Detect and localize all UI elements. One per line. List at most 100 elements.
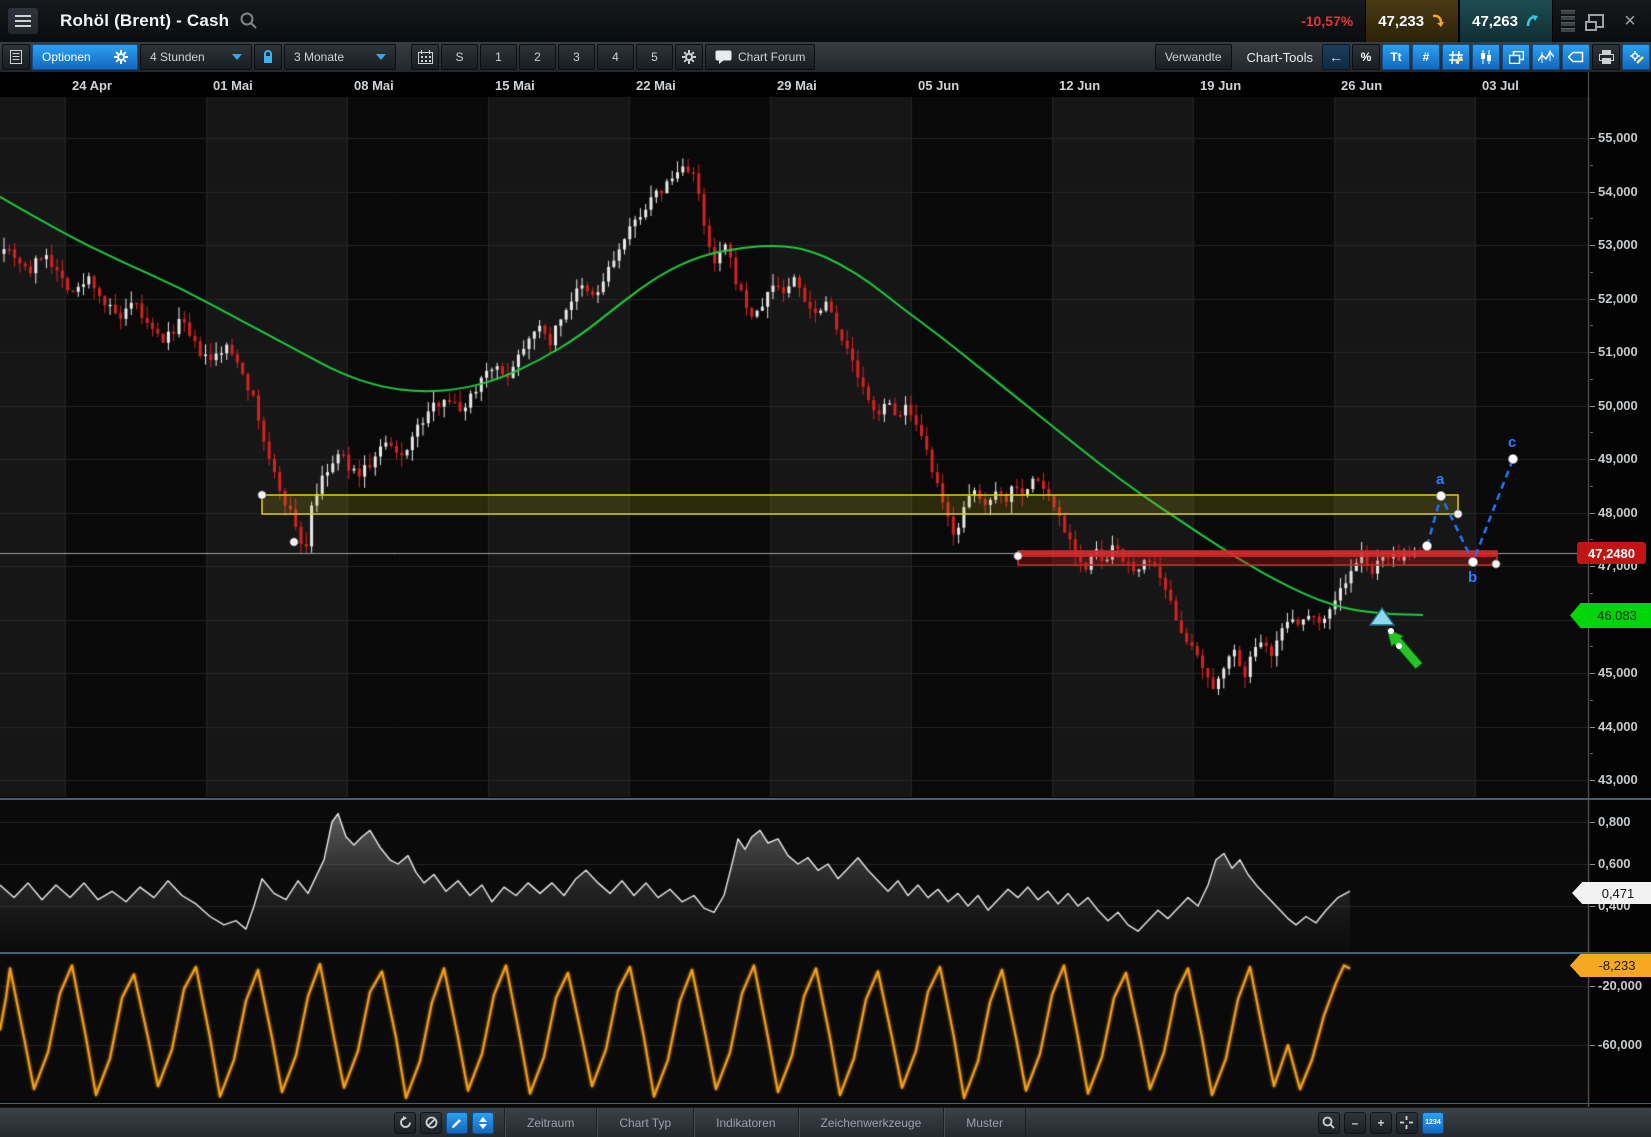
date-axis-label: 29 Mai [777,78,817,93]
search-icon[interactable] [239,11,259,31]
bottom-button-indikatoren[interactable]: Indikatoren [694,1108,798,1137]
arrow-handle[interactable] [1396,643,1402,649]
bottom-button-muster[interactable]: Muster [944,1108,1026,1137]
numbers-display-button[interactable]: 1234 [1422,1112,1444,1134]
options-button[interactable]: Optionen [32,44,138,70]
abc-label[interactable]: c [1508,434,1516,451]
drawing-handle[interactable] [290,538,298,546]
price-axis-label: 51,000 [1598,344,1638,359]
date-axis-label: 19 Jun [1200,78,1241,93]
text-tool-button[interactable]: Tt [1382,44,1410,70]
drawing-handle[interactable] [1454,510,1462,518]
buy-price: 47,263 [1472,13,1518,30]
chart-toolbar: Optionen 4 Stunden 3 Monate S12345 Chart… [0,42,1651,73]
layers-tool-button[interactable] [1502,44,1530,70]
arrow-handle[interactable] [1388,628,1394,634]
indicator1-axis-label: 0,800 [1598,814,1631,829]
drawing-handle[interactable] [1014,552,1022,560]
restore-window-icon[interactable] [1583,8,1609,34]
panel-divider[interactable] [0,952,1651,954]
abc-point-handle[interactable] [1469,558,1478,567]
pattern-tool-button[interactable] [1532,44,1560,70]
speech-bubble-icon [715,50,732,64]
sell-price-button[interactable]: 47,233 [1365,0,1459,42]
bottom-toolbar: ZeitraumChart TypIndikatorenZeichenwerkz… [0,1107,1651,1137]
yellow-range-rectangle[interactable] [262,495,1458,514]
related-button[interactable]: Verwandte [1155,44,1232,70]
zoom-in-button[interactable]: + [1370,1112,1392,1134]
callout-tool-button[interactable] [1562,44,1590,70]
chevron-down-icon [376,54,386,60]
drawing-handle[interactable] [258,491,266,499]
price-axis-label: 45,000 [1598,665,1638,680]
refresh-icon[interactable] [394,1112,416,1134]
percent-tool-button[interactable]: % [1352,44,1380,70]
abc-point-handle[interactable] [1423,542,1432,551]
instrument-title: Rohöl (Brent) - Cash [60,11,229,31]
drag-handle[interactable] [1561,10,1575,32]
chart-tools-label: Chart-Tools [1247,50,1313,65]
price-axis-label: 49,000 [1598,451,1638,466]
bottom-button-zeitraum[interactable]: Zeitraum [505,1108,597,1137]
speed-button-S[interactable]: S [441,44,478,70]
panel-divider[interactable] [0,798,1651,800]
zoom-icon[interactable] [1318,1112,1340,1134]
sell-arrow-icon [1430,13,1446,29]
indicator1-axis-label: 0,600 [1598,856,1631,871]
speed-button-3[interactable]: 3 [558,44,595,70]
sell-price: 47,233 [1378,13,1424,30]
range-label: 3 Monate [294,50,344,64]
grid-tool-button[interactable]: # [1412,44,1440,70]
speed-button-1[interactable]: 1 [480,44,517,70]
candlestick-tool-button[interactable] [1472,44,1500,70]
zoom-out-button[interactable]: – [1344,1112,1366,1134]
bottom-button-zeichenwerkzeuge[interactable]: Zeichenwerkzeuge [799,1108,945,1137]
abc-point-handle[interactable] [1509,455,1518,464]
triangle-marker[interactable] [1370,608,1394,625]
panel-divider[interactable] [0,1103,1651,1104]
drawing-handle[interactable] [1492,560,1500,568]
chart-forum-label: Chart Forum [738,50,805,64]
bottom-button-chart-typ[interactable]: Chart Typ [597,1108,694,1137]
abc-point-handle[interactable] [1437,492,1446,501]
abc-label[interactable]: a [1436,471,1445,488]
chart-area[interactable]: abc 24 Apr01 Mai08 Mai15 Mai22 Mai29 Mai… [0,72,1651,1107]
indicator1-value-tag: 0,471 [1572,882,1651,904]
buy-price-button[interactable]: 47,263 [1459,0,1553,42]
date-axis-label: 05 Jun [918,78,959,93]
date-axis-label: 24 Apr [72,78,112,93]
green-arrow-annotation[interactable] [1387,629,1422,669]
draw-pencil-icon[interactable] [446,1112,468,1134]
range-dropdown[interactable]: 3 Monate [284,44,396,70]
news-list-icon[interactable] [2,44,30,70]
menu-icon[interactable] [8,8,38,34]
chart-forum-button[interactable]: Chart Forum [705,44,815,70]
grid-edit-tool-button[interactable] [1442,44,1470,70]
disable-drawings-icon[interactable] [420,1112,442,1134]
buy-arrow-icon [1524,13,1540,29]
speed-button-2[interactable]: 2 [519,44,556,70]
lock-icon[interactable] [254,44,282,70]
close-icon[interactable]: × [1617,8,1643,34]
speed-button-5[interactable]: 5 [636,44,673,70]
undo-tool-button[interactable]: ← [1322,44,1350,70]
interval-dropdown[interactable]: 4 Stunden [140,44,252,70]
date-axis-label: 03 Jul [1482,78,1519,93]
sort-arrows-icon[interactable] [472,1112,494,1134]
last-price-tag: 47,2480 [1577,542,1646,564]
abc-label[interactable]: b [1468,569,1477,586]
change-percent: -10,57% [1301,13,1353,29]
red-range-top-band[interactable] [1018,551,1497,557]
date-axis-label: 08 Mai [354,78,394,93]
settings-edit-icon[interactable] [1622,44,1650,70]
calendar-icon[interactable] [411,44,439,70]
speed-button-4[interactable]: 4 [597,44,634,70]
indicator2-value-tag: -8,233 [1570,954,1651,977]
ma-value-tag: 46,083 [1570,603,1651,628]
date-axis-label: 15 Mai [495,78,535,93]
chart-settings-gear-icon[interactable] [675,44,703,70]
print-icon[interactable] [1592,44,1620,70]
trading-app: Rohöl (Brent) - Cash -10,57% 47,233 47,2… [0,0,1651,1136]
indicator2-axis-label: -60,000 [1598,1037,1642,1052]
crosshair-icon[interactable] [1396,1112,1418,1134]
